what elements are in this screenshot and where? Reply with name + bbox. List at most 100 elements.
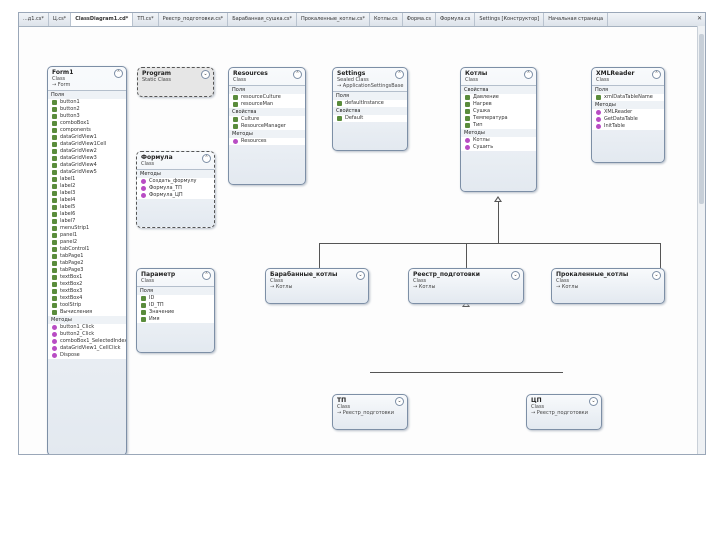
field-item[interactable]: ID_ТП <box>137 302 214 309</box>
field-item[interactable]: dataGridView4 <box>48 162 126 169</box>
field-item[interactable]: panel1 <box>48 232 126 239</box>
class-xmlreader[interactable]: XMLReader Class ⌃ Поля xmlDataTableName … <box>591 67 665 163</box>
field-item[interactable]: label2 <box>48 183 126 190</box>
class-cp[interactable]: ЦП Class → Реестр_подготовки ⌄ <box>526 394 602 430</box>
collapse-chevron-icon[interactable]: ⌃ <box>524 70 533 79</box>
class-formula[interactable]: Формула Class ⌃ Методы Создать_формулу Ф… <box>136 151 215 228</box>
field-item[interactable]: tabPage1 <box>48 253 126 260</box>
field-item[interactable]: tabPage3 <box>48 267 126 274</box>
tab-start-page[interactable]: Начальная страница <box>544 13 609 26</box>
method-item[interactable]: Resources <box>229 138 305 145</box>
collapse-chevron-icon[interactable]: ⌃ <box>293 70 302 79</box>
expand-chevron-icon[interactable]: ⌄ <box>652 271 661 280</box>
close-tab-icon[interactable]: ✕ <box>697 13 702 25</box>
class-parametr[interactable]: Параметр Class ⌃ Поля ID ID_ТП Значение … <box>136 268 215 353</box>
method-item[interactable]: Формула_ТП <box>137 185 214 192</box>
field-item[interactable]: label7 <box>48 218 126 225</box>
field-item[interactable]: dataGridView1Cell <box>48 141 126 148</box>
field-item[interactable]: button2 <box>48 106 126 113</box>
field-item[interactable]: resourceCulture <box>229 94 305 101</box>
expand-chevron-icon[interactable]: ⌄ <box>511 271 520 280</box>
field-item[interactable]: button1 <box>48 99 126 106</box>
class-program[interactable]: Program Static Class ⌄ <box>137 67 214 97</box>
field-item[interactable]: panel2 <box>48 239 126 246</box>
tab-kotly[interactable]: Котлы.cs <box>370 13 403 26</box>
section-fields[interactable]: Поля <box>229 86 305 94</box>
field-item[interactable]: textBox1 <box>48 274 126 281</box>
class-calcined-boilers[interactable]: Прокаленные_котлы Class → Котлы ⌄ <box>551 268 665 304</box>
property-item[interactable]: Default <box>333 115 407 122</box>
tab-settings-designer[interactable]: Settings [Конструктор] <box>475 13 545 26</box>
section-methods[interactable]: Методы <box>48 316 126 324</box>
class-resources[interactable]: Resources Class ⌃ Поля resourceCulture r… <box>228 67 306 185</box>
method-item[interactable]: Dispose <box>48 352 126 359</box>
field-item[interactable]: ID <box>137 295 214 302</box>
class-registry[interactable]: Реестр_подготовки Class → Котлы ⌄ <box>408 268 524 304</box>
field-item[interactable]: menuStrip1 <box>48 225 126 232</box>
field-item[interactable]: label1 <box>48 176 126 183</box>
field-item[interactable]: dataGridView1 <box>48 134 126 141</box>
section-properties[interactable]: Свойства <box>229 108 305 116</box>
property-item[interactable]: Температура <box>461 115 536 122</box>
field-item[interactable]: label5 <box>48 204 126 211</box>
method-item[interactable]: button1_Click <box>48 324 126 331</box>
field-item[interactable]: dataGridView3 <box>48 155 126 162</box>
field-item[interactable]: textBox3 <box>48 288 126 295</box>
tab-form[interactable]: Форма.cs <box>403 13 436 26</box>
field-item[interactable]: Значение <box>137 309 214 316</box>
section-fields[interactable]: Поля <box>137 287 214 295</box>
field-item[interactable]: defaultInstance <box>333 100 407 107</box>
section-fields[interactable]: Поля <box>333 92 407 100</box>
diagram-canvas[interactable]: Form1 Class → Form ⌃ Поля button1 button… <box>19 26 699 454</box>
tab-tp[interactable]: ТП.cs* <box>133 13 159 26</box>
field-item[interactable]: components <box>48 127 126 134</box>
class-tp[interactable]: ТП Class → Реестр_подготовки ⌄ <box>332 394 408 430</box>
section-methods[interactable]: Методы <box>229 130 305 138</box>
field-item[interactable]: tabPage2 <box>48 260 126 267</box>
field-item[interactable]: dataGridView2 <box>48 148 126 155</box>
section-fields[interactable]: Поля <box>48 91 126 99</box>
method-item[interactable]: Формула_ЦП <box>137 192 214 199</box>
method-item[interactable]: GetDataTable <box>592 116 664 123</box>
field-item[interactable]: comboBox1 <box>48 120 126 127</box>
field-item[interactable]: label3 <box>48 190 126 197</box>
tab-drum[interactable]: Барабанная_сушка.cs* <box>228 13 297 26</box>
expand-chevron-icon[interactable]: ⌄ <box>356 271 365 280</box>
field-item[interactable]: xmlDataTableName <box>592 94 664 101</box>
field-item[interactable]: textBox2 <box>48 281 126 288</box>
collapse-chevron-icon[interactable]: ⌃ <box>652 70 661 79</box>
field-item[interactable]: toolStrip <box>48 302 126 309</box>
field-item[interactable]: dataGridView5 <box>48 169 126 176</box>
class-drum-boilers[interactable]: Барабанные_котлы Class → Котлы ⌄ <box>265 268 369 304</box>
property-item[interactable]: Culture <box>229 116 305 123</box>
collapse-chevron-icon[interactable]: ⌃ <box>114 69 123 78</box>
field-item[interactable]: resourceMan <box>229 101 305 108</box>
property-item[interactable]: Давление <box>461 94 536 101</box>
tab-file-1[interactable]: ...д1.cs* <box>19 13 49 26</box>
section-methods[interactable]: Методы <box>137 170 214 178</box>
section-properties[interactable]: Свойства <box>461 86 536 94</box>
section-methods[interactable]: Методы <box>592 101 664 109</box>
tab-registry[interactable]: Реестр_подготовки.cs* <box>159 13 229 26</box>
property-item[interactable]: Нагрев <box>461 101 536 108</box>
property-item[interactable]: Сушка <box>461 108 536 115</box>
expand-chevron-icon[interactable]: ⌄ <box>395 397 404 406</box>
field-item[interactable]: Вычисления <box>48 309 126 316</box>
field-item[interactable]: button3 <box>48 113 126 120</box>
section-properties[interactable]: Свойства <box>333 107 407 115</box>
tab-class-diagram[interactable]: ClassDiagram1.cd* <box>71 13 134 26</box>
field-item[interactable]: tabControl1 <box>48 246 126 253</box>
method-item[interactable]: Сушить <box>461 144 536 151</box>
field-item[interactable]: label6 <box>48 211 126 218</box>
class-form1[interactable]: Form1 Class → Form ⌃ Поля button1 button… <box>47 66 127 454</box>
tab-file-2[interactable]: Ц.cs* <box>49 13 72 26</box>
field-item[interactable]: Имя <box>137 316 214 323</box>
collapse-chevron-icon[interactable]: ⌃ <box>202 271 211 280</box>
method-item[interactable]: dataGridView1_CellClick <box>48 345 126 352</box>
tab-calcined[interactable]: Прокаленные_котлы.cs* <box>297 13 370 26</box>
method-item[interactable]: InitTable <box>592 123 664 130</box>
collapse-chevron-icon[interactable]: ⌃ <box>395 70 404 79</box>
tab-formula[interactable]: Формула.cs <box>436 13 476 26</box>
class-settings[interactable]: Settings Sealed Class → ApplicationSetti… <box>332 67 408 151</box>
method-item[interactable]: Создать_формулу <box>137 178 214 185</box>
